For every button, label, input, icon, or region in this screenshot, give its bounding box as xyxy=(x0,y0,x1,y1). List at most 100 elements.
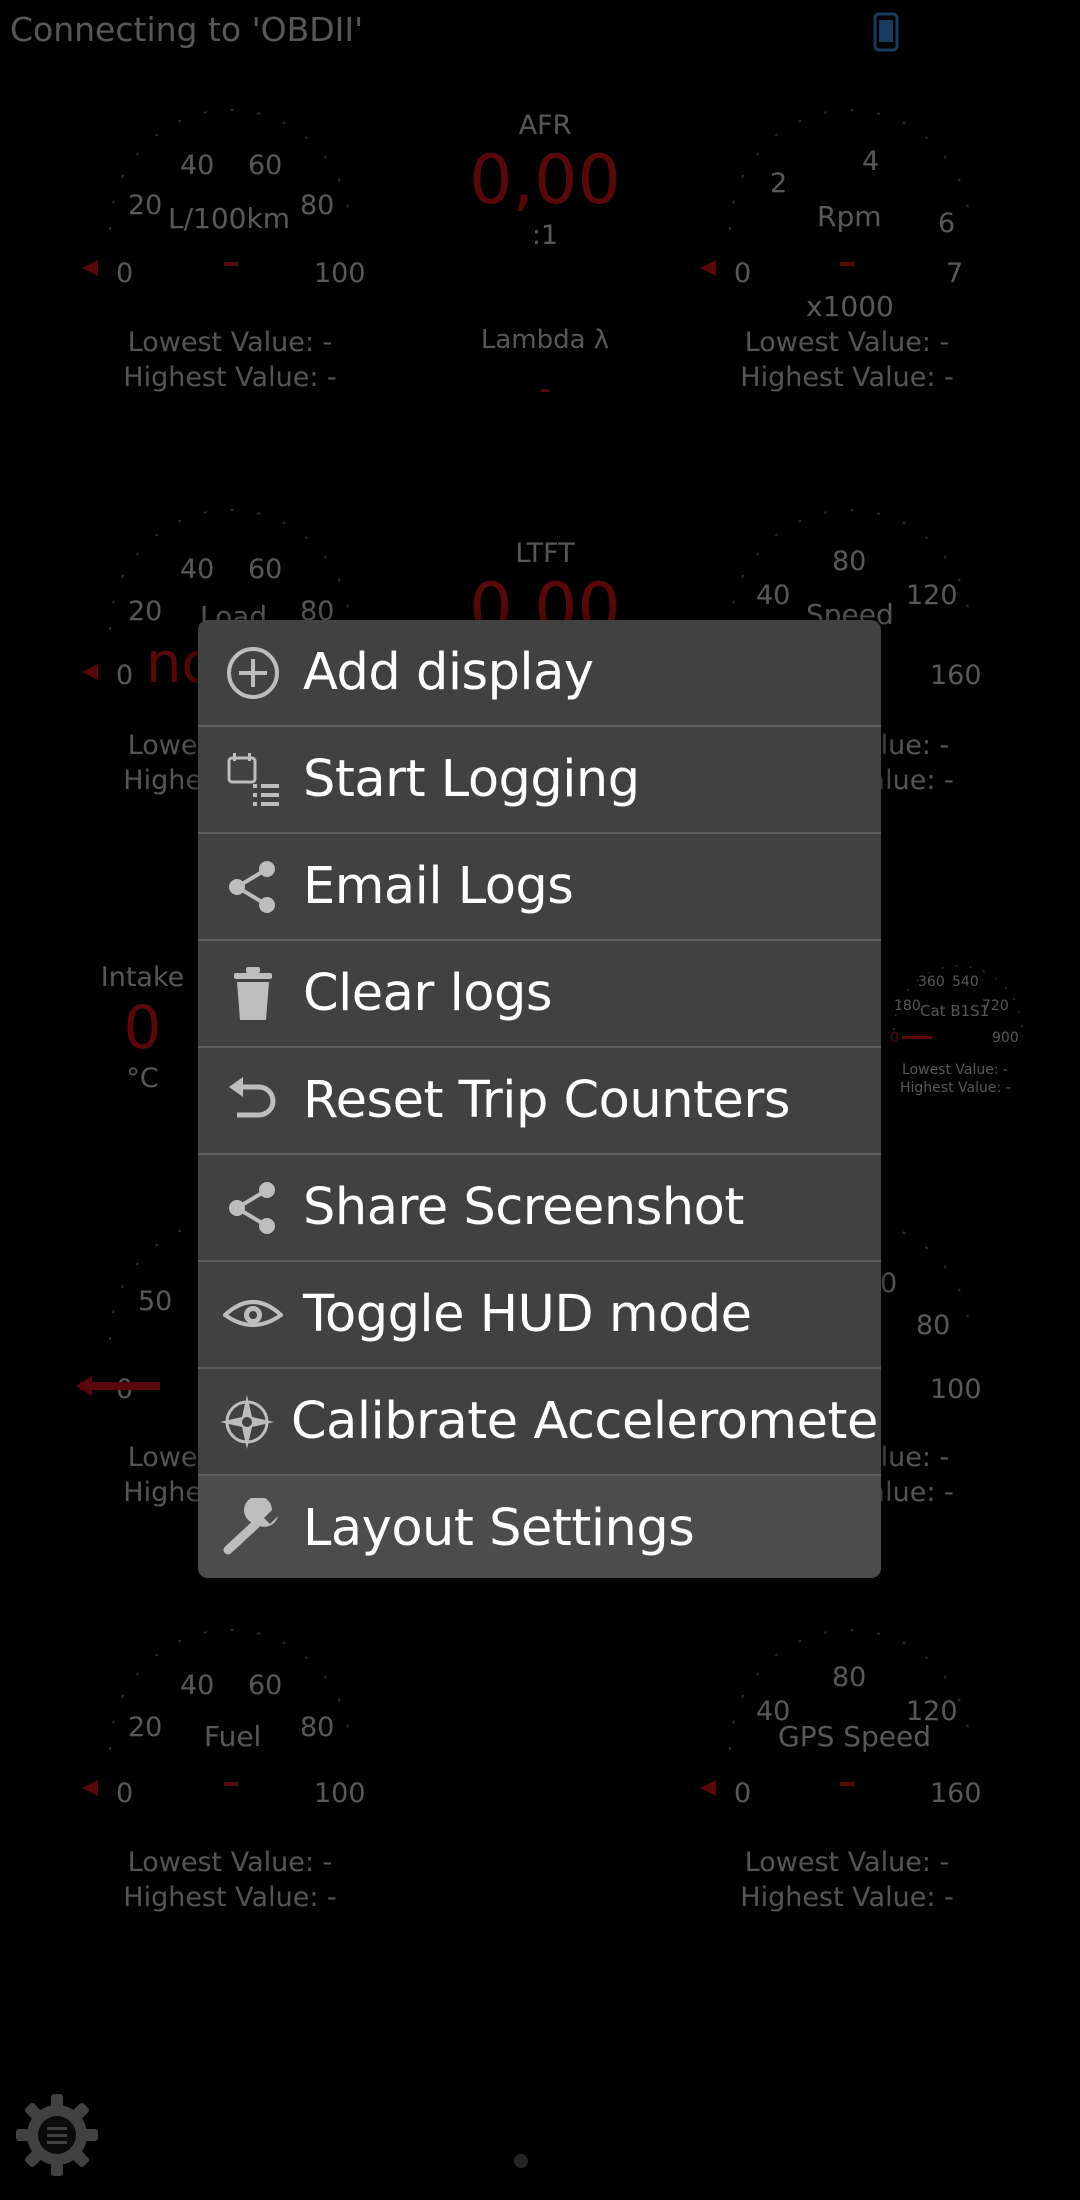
add-circle-icon xyxy=(218,638,288,708)
lowest-value: Lowest Value: - xyxy=(744,1847,950,1878)
tick-label: 540 xyxy=(952,974,979,990)
menu-label: Toggle HUD mode xyxy=(303,1285,752,1344)
ltft-label: LTFT xyxy=(515,538,575,569)
gauge-unit: Rpm xyxy=(817,200,882,233)
tick-label: 100 xyxy=(314,258,366,289)
menu-label: Calibrate Accelerometer xyxy=(291,1392,881,1451)
cat-temp-gauge[interactable]: 0 180 360 540 720 900 Cat B1S1 Lowest Va… xyxy=(880,960,1040,1096)
tick-label: 0 xyxy=(734,1778,751,1809)
menu-item-toggle-hud-mode[interactable]: Toggle HUD mode xyxy=(198,1262,881,1369)
menu-item-layout-settings[interactable]: Layout Settings xyxy=(198,1476,881,1578)
gauge-unit: L/100km xyxy=(168,202,290,235)
tick-label: 80 xyxy=(916,1310,950,1341)
needle-icon xyxy=(700,1780,716,1796)
tick-label: 0 xyxy=(890,1030,899,1046)
lowest-value: Lowest Value: - xyxy=(127,327,333,358)
tick-label: 0 xyxy=(734,258,751,289)
tick-label: 2 xyxy=(770,168,787,199)
eye-icon xyxy=(218,1280,288,1350)
menu-label: Layout Settings xyxy=(303,1499,695,1558)
tick-label: 80 xyxy=(300,190,334,221)
tick-label: 0 xyxy=(116,258,133,289)
needle-icon xyxy=(82,664,98,680)
fuel-rate-stats: Lowest Value: - Highest Value: - xyxy=(110,325,350,395)
menu-label: Start Logging xyxy=(303,750,640,809)
tick-label: 7 xyxy=(946,258,963,289)
tick-label: 360 xyxy=(918,974,945,990)
settings-gear-icon[interactable] xyxy=(14,2092,100,2182)
tick-label: 50 xyxy=(138,1286,172,1317)
afr-label: AFR xyxy=(518,110,572,141)
fuel-stats: Lowest Value: - Highest Value: - xyxy=(110,1845,350,1915)
menu-item-add-display[interactable]: Add display xyxy=(198,620,881,727)
highest-value: Highest Value: - xyxy=(740,362,954,393)
intake-display[interactable]: Intake 0 °C xyxy=(90,962,195,1094)
connection-status: Connecting to 'OBDII' xyxy=(10,10,364,49)
options-menu: Add display Start Logging Email Logs Cle… xyxy=(198,620,881,1578)
intake-unit: °C xyxy=(126,1063,159,1094)
needle-icon xyxy=(82,260,98,276)
menu-label: Reset Trip Counters xyxy=(303,1071,790,1130)
share-icon xyxy=(218,1173,288,1243)
lambda-value: - xyxy=(538,369,552,409)
fuel-gauge[interactable]: 0 20 40 60 80 100 Fuel xyxy=(70,1629,390,1820)
lowest-value: Lowest Value: - xyxy=(127,1847,333,1878)
afr-display[interactable]: AFR 0,00 :1 xyxy=(440,110,650,251)
needle-icon xyxy=(76,1376,92,1396)
lowest-value: Lowest Value: - xyxy=(902,1062,1008,1078)
undo-icon xyxy=(218,1066,288,1136)
tick-label: 20 xyxy=(128,596,162,627)
menu-item-share-screenshot[interactable]: Share Screenshot xyxy=(198,1155,881,1262)
menu-label: Email Logs xyxy=(303,857,574,916)
tick-label: 20 xyxy=(128,190,162,221)
needle-icon xyxy=(700,260,716,276)
compass-icon xyxy=(218,1387,276,1457)
tick-label: 900 xyxy=(992,1030,1019,1046)
tick-label: 0 xyxy=(116,660,133,691)
intake-value: 0 xyxy=(123,993,162,1063)
gauge-unit: Fuel xyxy=(204,1720,261,1753)
menu-item-clear-logs[interactable]: Clear logs xyxy=(198,941,881,1048)
menu-item-start-logging[interactable]: Start Logging xyxy=(198,727,881,834)
tick-label: 60 xyxy=(248,1670,282,1701)
log-calendar-icon xyxy=(218,745,288,815)
tick-label: 0 xyxy=(116,1778,133,1809)
tick-label: 120 xyxy=(906,580,958,611)
tick-label: 160 xyxy=(930,1778,982,1809)
tick-label: 0 xyxy=(880,1268,897,1299)
tick-label: 160 xyxy=(930,660,982,691)
tick-label: 180 xyxy=(894,998,921,1014)
share-icon xyxy=(218,852,288,922)
rpm-gauge[interactable]: 0 2 4 6 7 Rpm x1000 xyxy=(690,109,1010,323)
tick-label: 4 xyxy=(862,146,879,177)
gps-speed-stats: Lowest Value: - Highest Value: - xyxy=(727,1845,967,1915)
tick-label: 6 xyxy=(938,208,955,239)
phone-icon xyxy=(873,12,899,56)
afr-value: 0,00 xyxy=(469,141,621,220)
gauge-unit: Cat B1S1 xyxy=(920,1002,989,1020)
menu-item-email-logs[interactable]: Email Logs xyxy=(198,834,881,941)
gps-speed-gauge[interactable]: 0 40 80 120 160 GPS Speed xyxy=(690,1629,1010,1820)
tick-label: 80 xyxy=(832,546,866,577)
highest-value: Highest Value: - xyxy=(740,1882,954,1913)
highest-value: Highest Value: - xyxy=(900,1080,1011,1096)
tick-label: 80 xyxy=(832,1662,866,1693)
lowest-value: Lowest Value: - xyxy=(744,327,950,358)
highest-value: Highest Value: - xyxy=(123,362,337,393)
afr-suffix: :1 xyxy=(531,220,559,251)
menu-item-calibrate-accelerometer[interactable]: Calibrate Accelerometer xyxy=(198,1369,881,1476)
menu-item-reset-trip-counters[interactable]: Reset Trip Counters xyxy=(198,1048,881,1155)
intake-label: Intake xyxy=(100,962,185,993)
tick-label: 100 xyxy=(314,1778,366,1809)
needle-icon xyxy=(82,1780,98,1796)
lambda-display[interactable]: Lambda λ - xyxy=(440,325,650,409)
tick-label: 40 xyxy=(180,554,214,585)
page-indicator-dot xyxy=(514,2154,528,2168)
gauge-unit: GPS Speed xyxy=(778,1720,931,1753)
fuel-rate-gauge[interactable]: 0 20 40 60 80 100 L/100km xyxy=(70,109,390,300)
tick-label: 80 xyxy=(300,1712,334,1743)
wrench-icon xyxy=(218,1494,288,1564)
menu-label: Clear logs xyxy=(303,964,552,1023)
menu-label: Add display xyxy=(303,643,594,702)
gauge-scale: x1000 xyxy=(806,290,894,323)
